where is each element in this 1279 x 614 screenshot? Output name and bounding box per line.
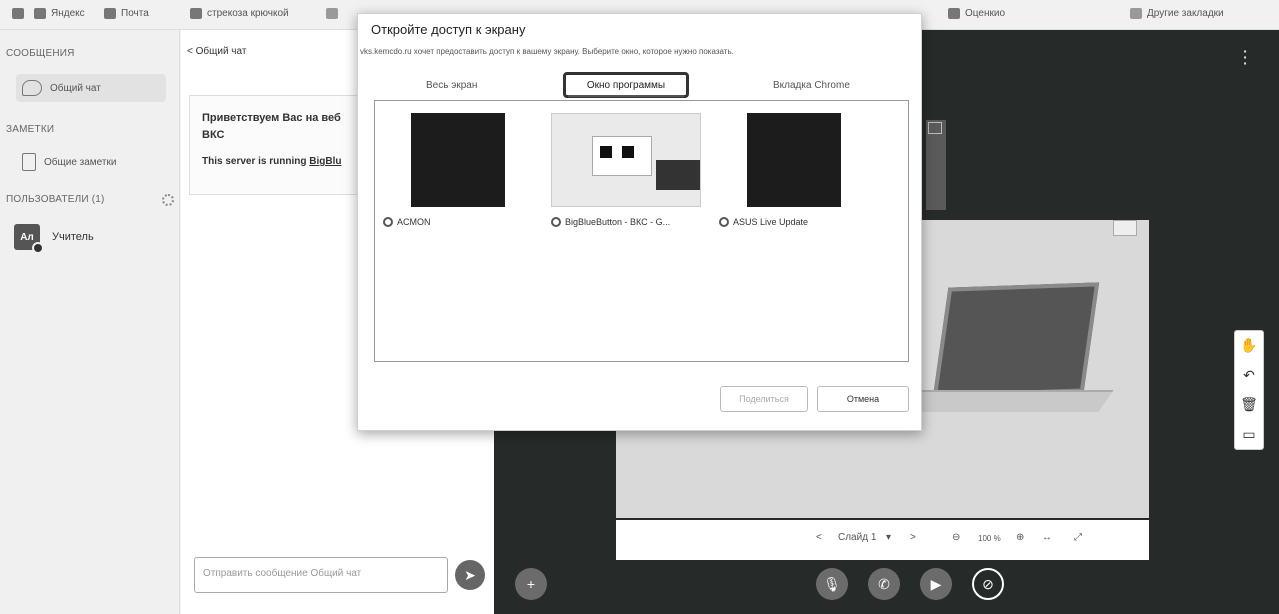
share-button[interactable]: Поделиться xyxy=(720,386,808,412)
selected-tab-indicator xyxy=(568,95,684,97)
notes-section-title: ЗАМЕТКИ xyxy=(6,124,55,135)
folder-icon xyxy=(1130,8,1142,19)
share-screen-dialog: Откройте доступ к экрану vks.kemcdo.ru х… xyxy=(357,13,922,431)
webcam-tile xyxy=(926,120,946,210)
thumbnail-block xyxy=(600,146,612,158)
thumbnail-block xyxy=(622,146,634,158)
sidebar-item-shared-notes[interactable]: Общие заметки xyxy=(16,148,166,176)
apps-icon[interactable] xyxy=(12,8,24,19)
hand-tool-icon[interactable]: ✋ xyxy=(1240,337,1258,355)
laptop-image xyxy=(932,282,1100,398)
chat-title: Общий чат xyxy=(195,46,247,57)
chrome-icon xyxy=(551,217,561,227)
actions-button[interactable]: + xyxy=(515,568,547,600)
folder-icon xyxy=(326,8,338,19)
multi-user-icon[interactable]: ▭ xyxy=(1240,425,1258,443)
chevron-left-icon: < xyxy=(187,46,193,57)
cancel-button[interactable]: Отмена xyxy=(817,386,909,412)
user-list-item[interactable]: Ал Учитель xyxy=(14,224,94,254)
bookmark-strekoza[interactable]: стрекоза крючкой xyxy=(190,8,289,19)
window-picker: ACMON BigBlueButton - ВКС - G... ASUS Li… xyxy=(374,100,909,362)
fit-width-icon[interactable]: ↔ xyxy=(1042,532,1052,543)
bookmark-otsenkio[interactable]: Оценкио xyxy=(948,8,1005,19)
messages-section-title: СООБЩЕНИЯ xyxy=(6,48,75,59)
bookmark-yandex[interactable]: Яндекс xyxy=(34,8,85,19)
whiteboard-toolbar: ✋ ↶ 🗑 ▭ xyxy=(1234,330,1264,450)
tab-chrome-tab[interactable]: Вкладка Chrome xyxy=(773,80,850,91)
sidebar: СООБЩЕНИЯ Общий чат ЗАМЕТКИ Общие заметк… xyxy=(0,30,180,614)
send-icon: ➤ xyxy=(464,566,476,583)
slide-controls: < Слайд 1 ▾ > ⊖ 100 % ⊕ ↔ ⤢ xyxy=(616,520,1149,560)
camera-button[interactable]: ▶ xyxy=(920,568,952,600)
window-option-bigbluebutton[interactable]: BigBlueButton - ВКС - G... xyxy=(551,113,701,243)
more-options-icon[interactable]: · · · xyxy=(1242,44,1248,70)
window-option-acmon[interactable]: ACMON xyxy=(383,113,511,243)
window-option-asus-live-update[interactable]: ASUS Live Update xyxy=(719,113,847,243)
dialog-description: vks.kemcdo.ru хочет предоставить доступ … xyxy=(360,47,734,56)
bookmark-other[interactable]: Другие закладки xyxy=(1130,8,1224,19)
chat-message-input[interactable]: Отправить сообщение Общий чат xyxy=(194,557,448,593)
zoom-out-icon[interactable]: ⊖ xyxy=(952,532,960,543)
slide-selector[interactable]: Слайд 1 xyxy=(838,532,876,543)
users-section-title: ПОЛЬЗОВАТЕЛИ (1) xyxy=(6,194,105,205)
camera-icon: ▶ xyxy=(930,575,942,592)
bookmark-mail[interactable]: Почта xyxy=(104,8,149,19)
fullscreen-icon[interactable]: ⤢ xyxy=(1074,532,1082,543)
plus-icon: + xyxy=(526,576,536,592)
sidebar-item-public-chat[interactable]: Общий чат xyxy=(16,74,166,102)
avatar: Ал xyxy=(14,224,44,254)
bookmark-icon xyxy=(190,8,202,19)
gear-icon[interactable] xyxy=(162,194,174,206)
undo-icon[interactable]: ↶ xyxy=(1240,366,1258,384)
window-thumbnail xyxy=(747,113,841,207)
zoom-level: 100 % xyxy=(978,534,1001,543)
send-button[interactable]: ➤ xyxy=(455,560,485,590)
chat-back-button[interactable]: < Общий чат xyxy=(187,46,246,57)
screen-share-button[interactable]: ⊘ xyxy=(972,568,1004,600)
tab-entire-screen[interactable]: Весь экран xyxy=(426,80,477,91)
microphone-button[interactable]: 🎙 xyxy=(816,568,848,600)
minimize-slide-button[interactable] xyxy=(1113,220,1137,236)
window-thumbnail xyxy=(411,113,505,207)
yandex-icon xyxy=(34,8,46,19)
asus-icon xyxy=(719,217,729,227)
bookmark-icon xyxy=(948,8,960,19)
phone-icon: ✆ xyxy=(878,575,890,592)
zoom-in-icon[interactable]: ⊕ xyxy=(1016,532,1024,543)
bookmark-folder[interactable] xyxy=(326,8,338,19)
status-badge xyxy=(32,242,44,254)
next-slide-icon[interactable]: > xyxy=(910,532,916,543)
sidebar-item-label: Общие заметки xyxy=(44,156,117,168)
server-link[interactable]: BigBlu xyxy=(309,156,341,167)
user-name: Учитель xyxy=(52,231,94,243)
dialog-title: Откройте доступ к экрану xyxy=(371,22,526,37)
mail-icon xyxy=(104,8,116,19)
audio-button[interactable]: ✆ xyxy=(868,568,900,600)
window-thumbnail xyxy=(551,113,701,207)
screen-share-off-icon: ⊘ xyxy=(982,575,994,592)
chat-icon xyxy=(22,80,42,96)
prev-slide-icon[interactable]: < xyxy=(816,532,822,543)
sidebar-item-label: Общий чат xyxy=(50,82,101,94)
note-icon xyxy=(22,153,36,171)
acmon-icon xyxy=(383,217,393,227)
chevron-down-icon: ▾ xyxy=(886,532,892,543)
trash-icon[interactable]: 🗑 xyxy=(1240,396,1258,414)
thumbnail-video-preview xyxy=(656,160,700,190)
microphone-icon: 🎙 xyxy=(823,575,841,592)
close-icon[interactable] xyxy=(928,122,942,134)
